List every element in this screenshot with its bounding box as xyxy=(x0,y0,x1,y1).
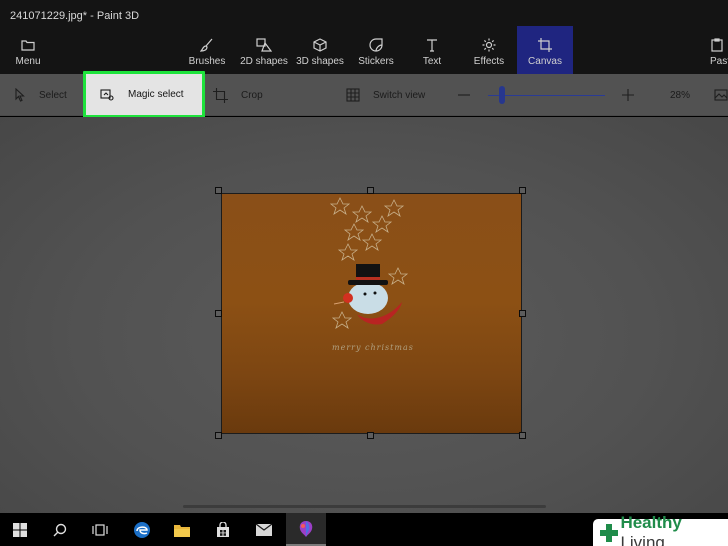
resize-handle-top-left[interactable] xyxy=(215,187,222,194)
resize-handle-bottom[interactable] xyxy=(367,432,374,439)
zoom-slider-thumb[interactable] xyxy=(499,86,506,104)
select-label: Select xyxy=(39,89,67,101)
resize-handle-left[interactable] xyxy=(215,310,222,317)
paste-icon xyxy=(710,38,724,52)
stickers-label: Stickers xyxy=(358,56,394,67)
watermark-text: Healthy Living xyxy=(620,512,682,546)
switch-view-button[interactable]: Switch view xyxy=(346,74,425,116)
switch-view-label: Switch view xyxy=(373,89,426,101)
plus-logo-icon xyxy=(599,523,618,543)
sticker-icon xyxy=(369,38,383,52)
tab-text[interactable]: Text xyxy=(404,26,460,74)
search-icon[interactable] xyxy=(40,513,80,546)
brush-icon xyxy=(200,38,214,52)
tab-2d-shapes[interactable]: 2D shapes xyxy=(236,26,292,74)
canvas-icon xyxy=(538,38,552,52)
magic-select-button[interactable]: Magic select xyxy=(83,71,205,118)
view-3d-button[interactable] xyxy=(714,74,728,116)
paste-button[interactable]: Past xyxy=(700,26,728,74)
snowman-sticker-icon xyxy=(329,197,409,329)
zoom-out-button[interactable] xyxy=(457,74,471,116)
effects-label: Effects xyxy=(473,56,505,67)
zoom-level: 28% xyxy=(670,74,690,116)
resize-handle-bottom-right[interactable] xyxy=(519,432,526,439)
tab-stickers[interactable]: Stickers xyxy=(348,26,404,74)
plus-icon xyxy=(622,89,634,101)
resize-handle-right[interactable] xyxy=(519,310,526,317)
task-view-icon[interactable] xyxy=(80,513,120,546)
text-icon xyxy=(425,38,439,52)
store-icon[interactable] xyxy=(203,513,243,546)
window-title: 241071229.jpg* - Paint 3D xyxy=(10,10,140,22)
3d-shapes-label: 3D shapes xyxy=(296,56,344,67)
cursor-icon xyxy=(15,88,25,102)
file-explorer-icon[interactable] xyxy=(162,513,202,546)
canvas-image[interactable]: merry christmas xyxy=(221,193,522,434)
tab-canvas[interactable]: Canvas xyxy=(517,26,573,74)
cube-icon xyxy=(313,38,327,52)
image-caption: merry christmas xyxy=(332,343,414,352)
canvas-label: Canvas xyxy=(528,56,562,67)
tab-effects[interactable]: Effects xyxy=(461,26,517,74)
menu-label: Menu xyxy=(15,56,41,67)
edge-icon[interactable] xyxy=(122,513,162,546)
resize-handle-top-right[interactable] xyxy=(519,187,526,194)
zoom-slider-track[interactable] xyxy=(488,95,605,96)
magic-select-label: Magic select xyxy=(128,89,184,100)
mail-icon[interactable] xyxy=(244,513,284,546)
paint-3d-icon[interactable] xyxy=(286,513,326,546)
text-label: Text xyxy=(422,56,442,67)
healthy-living-watermark: Healthy Living xyxy=(593,513,728,546)
ribbon: Menu Brushes 2D shapes 3D shapes Sticker… xyxy=(0,26,728,74)
tab-3d-shapes[interactable]: 3D shapes xyxy=(292,26,348,74)
crop-icon xyxy=(213,87,228,103)
resize-handle-bottom-left[interactable] xyxy=(215,432,222,439)
minus-icon xyxy=(458,94,470,96)
crop-label: Crop xyxy=(241,89,263,101)
grid-icon xyxy=(346,88,360,102)
zoom-percent: 28% xyxy=(670,89,691,101)
brushes-label: Brushes xyxy=(188,56,226,67)
crop-button[interactable]: Crop xyxy=(213,74,263,116)
folder-icon xyxy=(21,38,35,52)
shapes-2d-icon xyxy=(256,38,272,52)
select-button[interactable]: Select xyxy=(14,74,67,116)
image-icon xyxy=(714,89,728,101)
menu-button[interactable]: Menu xyxy=(0,26,56,74)
windows-icon[interactable] xyxy=(0,513,40,546)
paste-label: Past xyxy=(710,56,728,67)
magic-select-icon xyxy=(100,88,114,101)
sun-icon xyxy=(482,38,496,52)
2d-shapes-label: 2D shapes xyxy=(240,56,288,67)
tab-brushes[interactable]: Brushes xyxy=(179,26,235,74)
resize-handle-top[interactable] xyxy=(367,187,374,194)
zoom-in-button[interactable] xyxy=(621,74,635,116)
horizontal-scrollbar[interactable] xyxy=(183,505,546,508)
